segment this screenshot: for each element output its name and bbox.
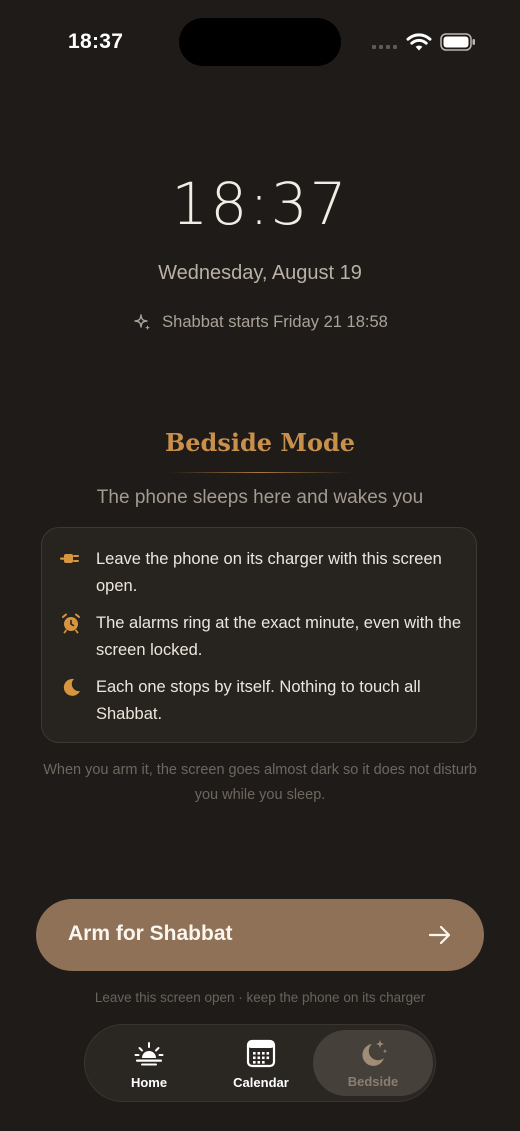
bedside-subtitle: The phone sleeps here and wakes you bbox=[96, 487, 424, 508]
tab-bar: Home Calendar Bedside bbox=[84, 1024, 436, 1102]
arm-note: When you arm it, the screen goes almost … bbox=[43, 762, 477, 803]
instruction-text: The alarms ring at the exact minute, eve… bbox=[96, 614, 462, 659]
tab-calendar[interactable]: Calendar bbox=[205, 1025, 317, 1101]
tab-label: Bedside bbox=[347, 1074, 399, 1089]
bedside-mode-title: Bedside Mode bbox=[165, 428, 355, 457]
alarm-clock-icon bbox=[62, 613, 80, 634]
tab-label: Home bbox=[130, 1075, 168, 1090]
arm-for-shabbat-button[interactable]: Arm for Shabbat bbox=[36, 899, 484, 971]
sparkle-icon bbox=[134, 314, 151, 330]
status-time: 18:37 bbox=[68, 30, 124, 53]
moon-icon bbox=[63, 678, 80, 696]
arrow-right-icon bbox=[428, 925, 451, 945]
instruction-text: Each one stops by itself. Nothing to tou… bbox=[96, 678, 421, 723]
charger-hint: Leave this screen open · keep the phone … bbox=[94, 990, 426, 1005]
arm-button-label: Arm for Shabbat bbox=[68, 922, 233, 945]
shabbat-start-text: Shabbat starts Friday 21 18:58 bbox=[162, 312, 388, 331]
large-clock: 18:37 bbox=[171, 170, 349, 238]
date-label: Wednesday, August 19 bbox=[158, 262, 362, 284]
tab-home[interactable]: Home bbox=[93, 1025, 205, 1101]
sunrise-icon bbox=[134, 1042, 164, 1066]
tab-bedside[interactable]: Bedside bbox=[313, 1030, 433, 1096]
tab-label: Calendar bbox=[233, 1075, 289, 1090]
battery-icon bbox=[440, 33, 475, 51]
instructions-card: Leave the phone on its charger with this… bbox=[41, 527, 477, 743]
plug-icon bbox=[60, 554, 79, 563]
moon-stars-icon bbox=[362, 1040, 388, 1066]
dynamic-island bbox=[179, 18, 341, 66]
shabbat-start-notice: Shabbat starts Friday 21 18:58 bbox=[0, 312, 520, 332]
instruction-text: Leave the phone on its charger with this… bbox=[96, 550, 442, 595]
wifi-icon bbox=[406, 33, 432, 51]
status-bar: 18:37 bbox=[0, 0, 520, 84]
title-divider bbox=[170, 472, 350, 473]
cellular-signal-icon bbox=[372, 45, 397, 49]
calendar-icon bbox=[246, 1039, 276, 1068]
